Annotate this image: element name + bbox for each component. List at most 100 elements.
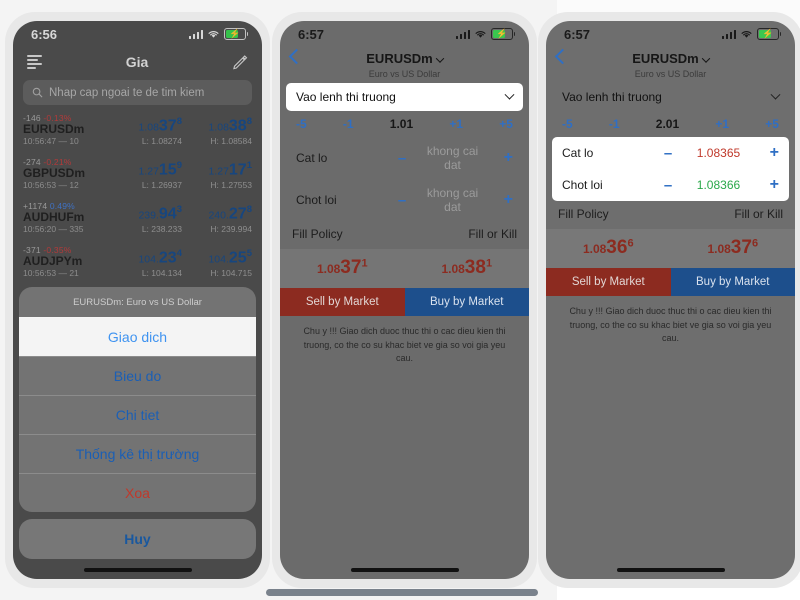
take-profit-label: Chot loi xyxy=(562,178,603,192)
table-row[interactable]: -371 -0.35% AUDJPYm 10:56:53 — 21 104.23… xyxy=(13,243,262,287)
stop-loss-value[interactable]: khong cai dat xyxy=(422,144,483,172)
stop-loss-label: Cat lo xyxy=(296,151,328,165)
take-profit-increment-button[interactable]: + xyxy=(749,176,779,194)
take-profit-value[interactable]: 1.08366 xyxy=(688,178,749,192)
stop-loss-increment-button[interactable]: + xyxy=(749,144,779,162)
take-profit-row: Chot loi – 1.08366 + xyxy=(552,169,789,201)
symbol-title[interactable]: EURUSDm xyxy=(632,51,698,66)
fill-policy-row[interactable]: Fill Policy Fill or Kill xyxy=(280,221,529,249)
volume-plus-1-button[interactable]: +1 xyxy=(715,117,729,131)
take-profit-label: Chot loi xyxy=(296,193,337,207)
status-time: 6:57 xyxy=(298,26,325,42)
status-time: 6:57 xyxy=(564,26,591,42)
symbol-subtitle: Euro vs US Dollar xyxy=(368,68,441,79)
action-sheet-item-xoa[interactable]: Xoa xyxy=(19,473,256,512)
battery-charging-icon: ⚡ xyxy=(757,28,781,40)
take-profit-decrement-button[interactable]: – xyxy=(382,192,422,209)
take-profit-increment-button[interactable]: + xyxy=(483,191,513,209)
volume-minus-1-button[interactable]: -1 xyxy=(609,117,620,131)
list-menu-icon[interactable] xyxy=(27,55,42,69)
ask-price: 1.08381 xyxy=(441,257,493,278)
volume-plus-5-button[interactable]: +5 xyxy=(499,117,513,131)
stop-loss-decrement-button[interactable]: – xyxy=(648,145,688,162)
ask-cell: 1.08388 H: 1.08584 xyxy=(190,116,252,146)
bid-price: 1.08366 xyxy=(582,237,634,258)
phone2-navbar: EURUSDm Euro vs US Dollar xyxy=(280,47,529,81)
bid-ask-row: 1.08366 1.08376 xyxy=(546,229,795,268)
cellular-bars-icon xyxy=(188,29,203,39)
bid-cell: 1.08378 L: 1.08274 xyxy=(120,116,182,146)
phone1-screen: 6:56 ⚡ Gia Nhap cap ngoai te de tim kiem… xyxy=(13,21,262,579)
horizontal-scrollbar[interactable] xyxy=(266,589,538,596)
stop-loss-value[interactable]: 1.08365 xyxy=(688,146,749,160)
table-row[interactable]: +1174 0.49% AUDHUFm 10:56:20 — 335 239.9… xyxy=(13,199,262,243)
take-profit-value[interactable]: khong cai dat xyxy=(422,186,483,214)
volume-plus-5-button[interactable]: +5 xyxy=(765,117,779,131)
action-sheet-item-thong-ke[interactable]: Thống kê thị trường xyxy=(19,434,256,473)
trade-buttons: Sell by Market Buy by Market xyxy=(280,288,529,316)
phone1-navbar: Gia xyxy=(13,47,262,77)
action-sheet-item-bieu-do[interactable]: Bieu do xyxy=(19,356,256,395)
bid-cell: 104.234 L: 104.134 xyxy=(120,248,182,278)
ask-cell: 240.278 H: 239.994 xyxy=(190,204,252,234)
wifi-icon xyxy=(475,31,486,38)
fill-policy-label: Fill Policy xyxy=(558,207,609,221)
phone3-screen: 6:57 ⚡ EURUSDm Euro vs US Dollar Vao len… xyxy=(546,21,795,579)
home-indicator xyxy=(83,568,192,572)
fill-policy-row[interactable]: Fill Policy Fill or Kill xyxy=(546,201,795,229)
stop-loss-decrement-button[interactable]: – xyxy=(382,150,422,167)
sell-by-market-button[interactable]: Sell by Market xyxy=(280,288,405,316)
volume-value[interactable]: 2.01 xyxy=(656,117,679,131)
volume-minus-1-button[interactable]: -1 xyxy=(343,117,354,131)
chevron-down-icon xyxy=(770,89,781,100)
symbol-title[interactable]: EURUSDm xyxy=(366,51,432,66)
phone3-status-bar: 6:57 ⚡ xyxy=(546,21,795,47)
phone-frame-1: 6:56 ⚡ Gia Nhap cap ngoai te de tim kiem… xyxy=(5,12,270,588)
wifi-icon xyxy=(741,31,752,38)
chevron-left-icon[interactable] xyxy=(288,48,305,65)
high-value: H: 1.27553 xyxy=(210,180,252,191)
phone2-status-bar: 6:57 ⚡ xyxy=(280,21,529,47)
table-row[interactable]: -274 -0.21% GBPUSDm 10:56:53 — 12 1.2715… xyxy=(13,155,262,199)
phone1-status-bar: 6:56 ⚡ xyxy=(13,21,262,47)
volume-minus-5-button[interactable]: -5 xyxy=(562,117,573,131)
cancel-button[interactable]: Huy xyxy=(19,519,256,559)
volume-minus-5-button[interactable]: -5 xyxy=(296,117,307,131)
chevron-left-icon[interactable] xyxy=(554,48,571,65)
order-type-value: Vao lenh thi truong xyxy=(296,90,396,104)
chevron-down-icon[interactable] xyxy=(701,53,710,63)
fill-policy-value: Fill or Kill xyxy=(468,227,517,241)
chevron-down-icon[interactable] xyxy=(435,53,444,63)
high-value: H: 239.994 xyxy=(210,224,252,235)
volume-plus-1-button[interactable]: +1 xyxy=(449,117,463,131)
volume-stepper: -5 -1 1.01 +1 +5 xyxy=(280,111,529,137)
quote-prices: 104.234 L: 104.134 104.255 H: 104.715 xyxy=(120,248,252,278)
high-value: H: 1.08584 xyxy=(210,136,252,147)
low-value: L: 238.233 xyxy=(141,224,182,235)
cellular-bars-icon xyxy=(721,29,736,39)
quote-prices: 1.27159 L: 1.26937 1.27171 H: 1.27553 xyxy=(120,160,252,190)
bid-ask-row: 1.08371 1.08381 xyxy=(280,249,529,288)
battery-charging-icon: ⚡ xyxy=(491,28,515,40)
volume-value[interactable]: 1.01 xyxy=(390,117,413,131)
sell-by-market-button[interactable]: Sell by Market xyxy=(546,268,671,296)
search-input[interactable]: Nhap cap ngoai te de tim kiem xyxy=(23,80,252,105)
take-profit-decrement-button[interactable]: – xyxy=(648,177,688,194)
phone-frame-3: 6:57 ⚡ EURUSDm Euro vs US Dollar Vao len… xyxy=(538,12,800,588)
volume-stepper: -5 -1 2.01 +1 +5 xyxy=(546,111,795,137)
stop-loss-increment-button[interactable]: + xyxy=(483,149,513,167)
action-sheet-item-giao-dich[interactable]: Giao dich xyxy=(19,317,256,356)
buy-by-market-button[interactable]: Buy by Market xyxy=(404,288,529,316)
order-type-select[interactable]: Vao lenh thi truong xyxy=(286,83,523,111)
bid-cell: 1.27159 L: 1.26937 xyxy=(120,160,182,190)
low-value: L: 1.26937 xyxy=(141,180,182,191)
action-sheet-item-chi-tiet[interactable]: Chi tiet xyxy=(19,395,256,434)
pencil-icon[interactable] xyxy=(232,54,248,70)
buy-by-market-button[interactable]: Buy by Market xyxy=(670,268,795,296)
order-type-select[interactable]: Vao lenh thi truong xyxy=(552,83,789,111)
phone-frame-2: 6:57 ⚡ EURUSDm Euro vs US Dollar Vao len… xyxy=(272,12,537,588)
ask-cell: 1.27171 H: 1.27553 xyxy=(190,160,252,190)
table-row[interactable]: -146 -0.13% EURUSDm 10:56:47 — 10 1.0837… xyxy=(13,111,262,155)
home-indicator xyxy=(350,568,459,572)
stop-loss-label: Cat lo xyxy=(562,146,594,160)
